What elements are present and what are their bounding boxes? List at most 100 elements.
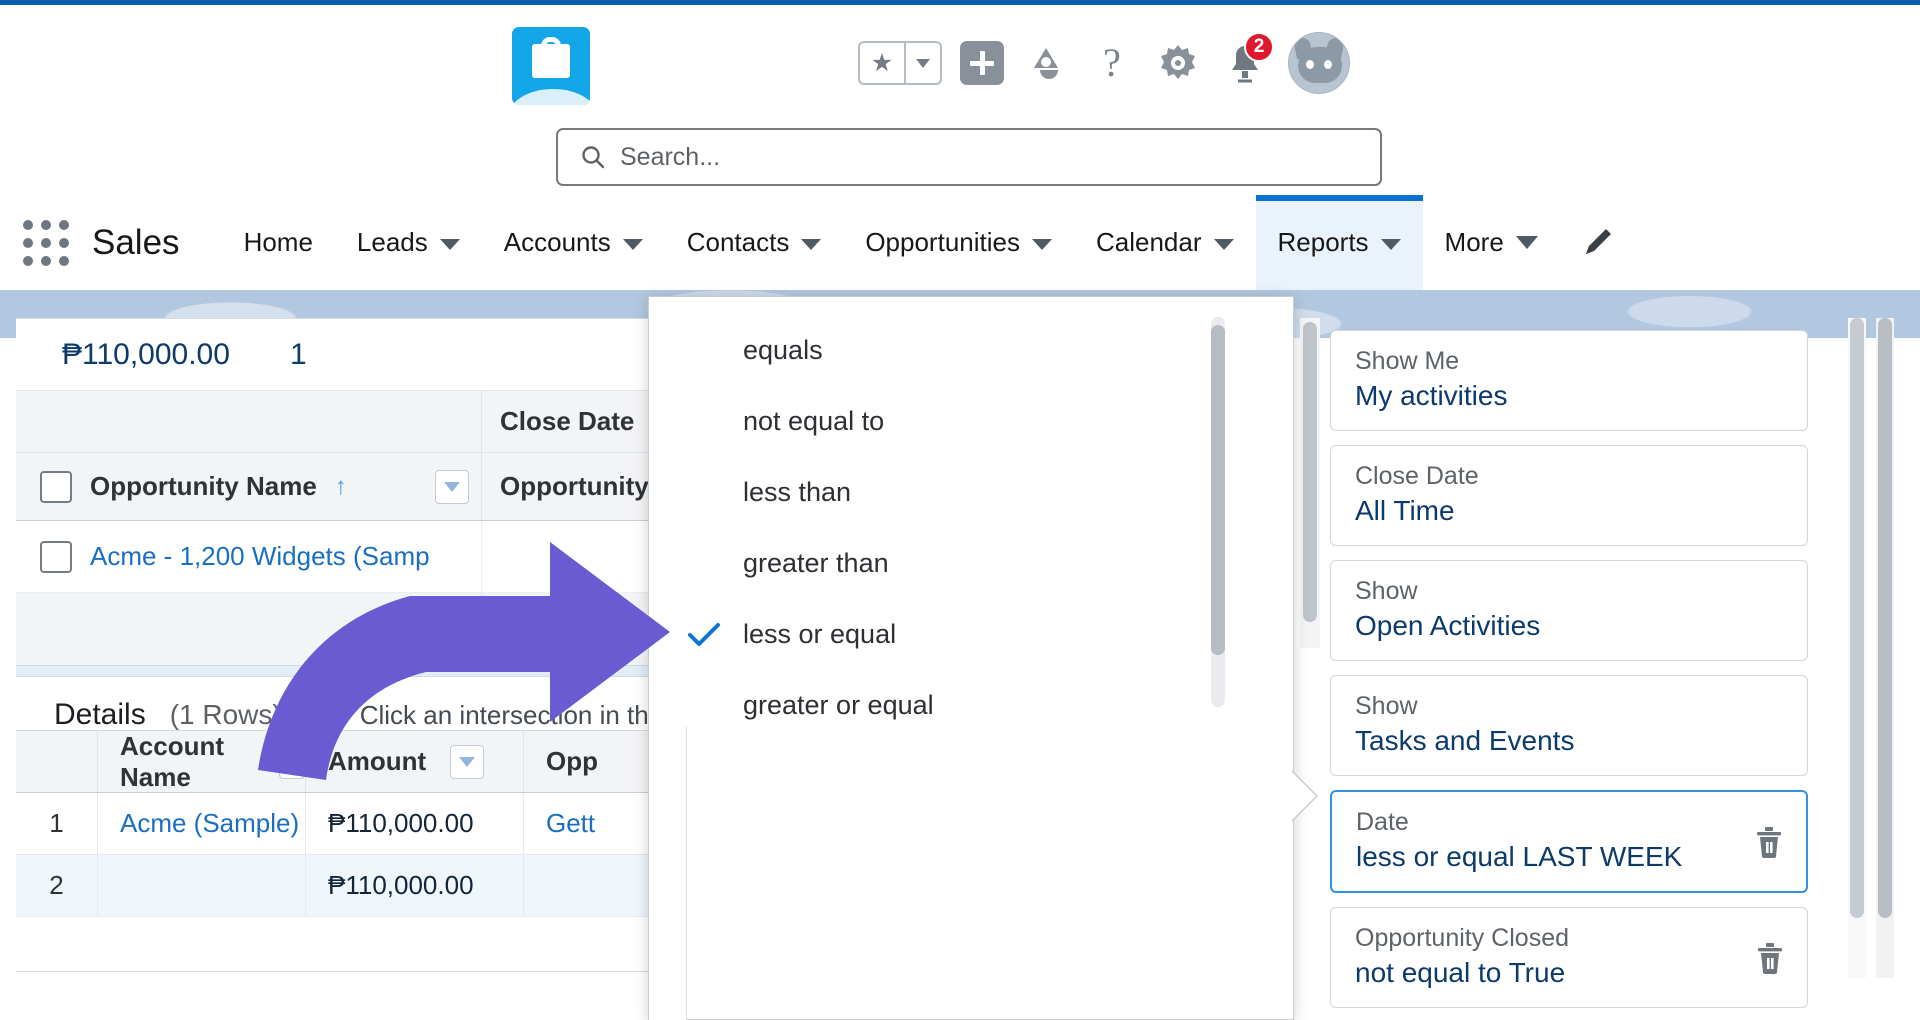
nav-item-reports[interactable]: Reports <box>1255 195 1423 290</box>
object-nav-bar: Sales Home Leads Accounts Contacts Oppor… <box>0 195 1920 290</box>
operator-option-greater-or-equal[interactable]: greater or equal <box>649 670 1239 741</box>
amount-value: ₱110,000.00 <box>306 793 524 854</box>
briefcase-icon[interactable] <box>512 27 590 105</box>
favorites-group[interactable]: ★ <box>858 41 942 85</box>
chevron-down-icon[interactable] <box>801 238 822 250</box>
chevron-down-icon[interactable] <box>622 238 643 250</box>
help-question-icon[interactable]: ? <box>1088 39 1136 87</box>
page-scrollbar[interactable] <box>1876 318 1894 978</box>
edit-pencil-icon[interactable] <box>1560 195 1616 290</box>
nav-label: Home <box>243 227 313 257</box>
subtotal-spacer <box>16 593 482 665</box>
filter-item-show-me[interactable]: Show Me My activities <box>1330 330 1808 431</box>
grand-total-amount: ₱110,000.00 <box>62 337 230 371</box>
opportunity-name-header[interactable]: Opportunity Name ↑ <box>16 453 482 520</box>
nav-label: Contacts <box>686 227 790 257</box>
column-label: Opportunity Name <box>90 471 317 501</box>
operator-option-less-or-equal[interactable]: less or equal <box>649 599 1239 670</box>
salesforce-report-builder: ★ ? 2 Search... Sales Home Leads Account… <box>0 0 1920 1020</box>
filter-item-opportunity-closed[interactable]: Opportunity Closed not equal to True <box>1330 907 1808 1008</box>
user-avatar-icon[interactable] <box>1288 32 1350 94</box>
option-label: not equal to <box>743 406 885 436</box>
operator-option-equals[interactable]: equals <box>649 315 1239 386</box>
account-name-link[interactable] <box>98 855 306 916</box>
operator-menu-scrollbar[interactable] <box>1211 317 1225 707</box>
details-hint: Click an intersection in th <box>359 699 649 730</box>
account-name-link[interactable]: Acme (Sample) <box>98 793 306 854</box>
amount-header[interactable]: Amount <box>306 731 524 792</box>
opportunity-name-link[interactable]: Acme - 1,200 Widgets (Samp <box>90 541 430 572</box>
filter-value: less or equal LAST WEEK <box>1356 841 1683 872</box>
column-label: Amount <box>328 746 427 776</box>
row-index-header <box>16 731 98 792</box>
column-label: Account Name <box>120 730 224 792</box>
operator-dropdown-menu: equals not equal to less than greater th… <box>649 297 1239 727</box>
setup-gear-icon[interactable] <box>1154 39 1202 87</box>
info-icon[interactable]: i <box>305 700 336 730</box>
filter-label: Date <box>1356 808 1409 836</box>
nav-item-home[interactable]: Home <box>222 195 335 290</box>
column-menu-icon[interactable] <box>450 744 485 779</box>
operator-option-greater-than[interactable]: greater than <box>649 528 1239 599</box>
filter-value: Open Activities <box>1355 610 1541 641</box>
favorites-star-icon[interactable]: ★ <box>860 43 904 83</box>
nav-label: More <box>1444 227 1504 257</box>
nav-item-contacts[interactable]: Contacts <box>665 195 844 290</box>
filter-item-show-open-activities[interactable]: Show Open Activities <box>1330 560 1808 661</box>
chevron-down-icon[interactable] <box>1213 238 1234 250</box>
trash-icon[interactable] <box>1755 941 1785 975</box>
app-launcher-icon[interactable] <box>0 195 92 290</box>
operator-option-less-than[interactable]: less than <box>649 457 1239 528</box>
nav-label: Calendar <box>1095 227 1202 257</box>
nav-item-leads[interactable]: Leads <box>335 195 482 290</box>
filter-item-date[interactable]: Date less or equal LAST WEEK <box>1330 790 1808 893</box>
nav-label: Opportunities <box>865 227 1020 257</box>
favorites-dropdown-icon[interactable] <box>906 43 940 83</box>
option-label: greater or equal <box>743 690 934 720</box>
column-menu-icon[interactable] <box>279 744 305 779</box>
filter-item-close-date[interactable]: Close Date All Time <box>1330 445 1808 546</box>
select-all-checkbox[interactable] <box>40 470 72 503</box>
filter-value: not equal to True <box>1355 957 1566 988</box>
details-title: Details <box>54 698 146 731</box>
search-input[interactable] <box>620 142 1358 172</box>
option-label: less or equal <box>743 619 897 649</box>
column-menu-icon[interactable] <box>435 469 469 504</box>
notifications-bell-icon[interactable]: 2 <box>1220 32 1274 88</box>
global-actions-plus-icon[interactable] <box>960 41 1004 85</box>
filter-item-show-tasks-and-events[interactable]: Show Tasks and Events <box>1330 675 1808 776</box>
app-name-label: Sales <box>92 222 180 262</box>
filter-label: Opportunity Closed <box>1355 924 1570 952</box>
operator-option-not-equal-to[interactable]: not equal to <box>649 386 1239 457</box>
row-checkbox[interactable] <box>40 540 72 573</box>
sort-ascending-icon[interactable]: ↑ <box>335 473 347 501</box>
header-icon-row: ★ ? 2 <box>858 31 1350 95</box>
chevron-down-icon[interactable] <box>1515 236 1538 249</box>
filter-edit-popover: equals not equal to less than greater th… <box>648 296 1294 1020</box>
einstein-icon[interactable] <box>1022 39 1070 87</box>
nav-label: Reports <box>1277 227 1369 257</box>
filter-value: Tasks and Events <box>1355 725 1575 756</box>
group-column-label: Close Date <box>500 406 635 436</box>
filter-value: My activities <box>1355 380 1508 411</box>
grand-total-count: 1 <box>289 337 307 371</box>
row-index: 1 <box>16 793 98 854</box>
filter-label: Show Me <box>1355 347 1460 375</box>
nav-item-calendar[interactable]: Calendar <box>1074 195 1256 290</box>
nav-item-accounts[interactable]: Accounts <box>482 195 665 290</box>
filter-label: Close Date <box>1355 462 1479 490</box>
nav-item-opportunities[interactable]: Opportunities <box>843 195 1074 290</box>
global-search-box[interactable] <box>556 128 1382 186</box>
chevron-down-icon[interactable] <box>439 238 460 250</box>
nav-item-more[interactable]: More <box>1423 195 1560 290</box>
panel-scrollbar[interactable] <box>1848 318 1866 978</box>
opportunity-name-cell: Acme - 1,200 Widgets (Samp <box>16 521 482 592</box>
nav-label: Leads <box>356 227 428 257</box>
popover-outer-scrollbar[interactable] <box>1300 318 1320 648</box>
account-name-header[interactable]: Account Name <box>98 731 306 792</box>
chevron-down-icon[interactable] <box>1380 238 1401 250</box>
chevron-down-icon[interactable] <box>1031 238 1052 250</box>
trash-icon[interactable] <box>1754 825 1784 859</box>
popover-pointer <box>1290 770 1316 822</box>
filter-value: All Time <box>1355 495 1455 526</box>
